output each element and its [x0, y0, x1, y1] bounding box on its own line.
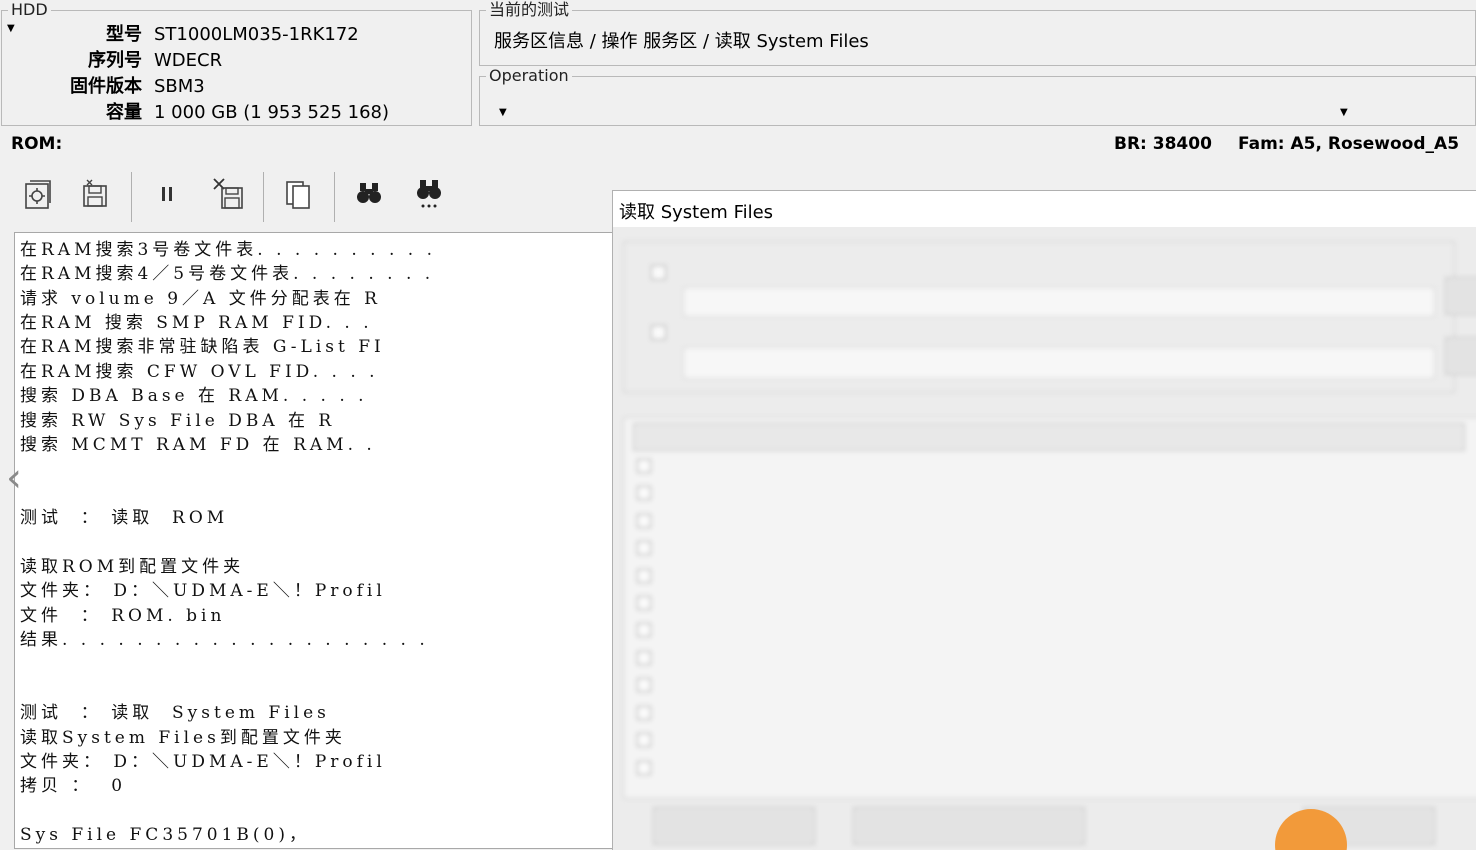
current-test-legend: 当前的测试	[486, 1, 573, 19]
dialog-titlebar[interactable]: 读取 System Files	[613, 191, 1476, 227]
serial-row: 序列号 WDECR	[2, 48, 473, 74]
pause-icon[interactable]	[145, 174, 189, 214]
rom-label: ROM:	[11, 134, 63, 154]
table-row[interactable]	[635, 590, 1455, 617]
table-row[interactable]	[635, 480, 1455, 507]
dialog-path-field[interactable]	[683, 347, 1435, 379]
table-row[interactable]	[635, 672, 1455, 699]
baud-rate: BR: 38400	[1114, 134, 1212, 154]
table-row[interactable]	[635, 535, 1455, 562]
log-line: 在RAM搜索 CFW OVL FID. . . .	[20, 362, 379, 382]
dialog-browse-button[interactable]	[1445, 337, 1476, 375]
log-line: 拷贝 ： 0	[20, 776, 127, 796]
toolbar-separator	[334, 172, 335, 222]
model-label: 型号	[106, 24, 142, 45]
log-line: Sys File FC35701B(0)，	[20, 825, 310, 845]
table-row[interactable]	[635, 700, 1455, 727]
dialog-blurred-content	[613, 227, 1476, 850]
log-line: 在RAM搜索3号卷文件表. . . . . . . . . .	[20, 240, 436, 260]
toolbar-separator	[263, 172, 264, 222]
log-line: 搜索 MCMT RAM FD 在 RAM. .	[20, 435, 376, 455]
copy-icon[interactable]	[276, 174, 320, 214]
firmware-row: 固件版本 SBM3	[2, 74, 473, 100]
operation-panel: Operation ▼ ▼	[479, 67, 1476, 126]
dialog-default-button[interactable]	[853, 807, 1085, 845]
drive-family: Fam: A5, Rosewood_A5	[1238, 134, 1460, 154]
log-output[interactable]: 在RAM搜索3号卷文件表. . . . . . . . . . 在RAM搜索4／…	[14, 232, 614, 849]
table-row[interactable]	[635, 563, 1455, 590]
serial-label: 序列号	[88, 50, 142, 71]
firmware-value: SBM3	[154, 76, 205, 97]
capacity-value: 1 000 GB (1 953 525 168)	[154, 102, 390, 123]
log-line: 请求 volume 9／A 文件分配表在 R	[20, 289, 381, 309]
chevron-left-icon[interactable]: ‹	[6, 458, 22, 498]
capacity-row: 容量 1 000 GB (1 953 525 168)	[2, 100, 473, 126]
hdd-info-panel: HDD ▼ 型号 ST1000LM035-1RK172 序列号 WDECR 固件…	[1, 1, 473, 126]
log-line: 测试 ： 读取 ROM	[20, 508, 229, 528]
serial-value: WDECR	[154, 50, 223, 71]
log-line: 测试 ： 读取 System Files	[20, 703, 330, 723]
log-line: 在RAM搜索非常驻缺陷表 G-List FI	[20, 337, 385, 357]
dialog-radio[interactable]	[651, 325, 666, 340]
start-icon[interactable]	[17, 174, 61, 214]
toolbar	[0, 160, 620, 230]
find-next-icon[interactable]	[407, 174, 451, 214]
table-row[interactable]	[635, 645, 1455, 672]
table-row[interactable]	[635, 508, 1455, 535]
log-line: 读取ROM到配置文件夹	[20, 557, 245, 577]
log-line: 在RAM 搜索 SMP RAM FID. . .	[20, 313, 373, 333]
hdd-legend: HDD	[8, 1, 51, 19]
log-line: 搜索 DBA Base 在 RAM. . . . .	[20, 386, 368, 406]
table-row[interactable]	[635, 453, 1455, 480]
table-header	[633, 423, 1465, 451]
dialog-browse-button[interactable]	[1445, 277, 1476, 315]
current-test-value: 服务区信息 / 操作 服务区 / 读取 System Files	[494, 31, 869, 52]
operation-legend: Operation	[486, 67, 572, 85]
dialog-select-button[interactable]	[653, 807, 815, 845]
find-icon[interactable]	[347, 174, 391, 214]
dialog-radio[interactable]	[651, 265, 666, 280]
cancel-save-icon[interactable]	[206, 174, 250, 214]
table-row[interactable]	[635, 727, 1455, 754]
firmware-label: 固件版本	[70, 76, 142, 97]
log-line: 在RAM搜索4／5号卷文件表. . . . . . . .	[20, 264, 435, 284]
operation-dropdown-left-arrow-icon[interactable]: ▼	[499, 107, 507, 118]
log-line: 文件夹： D：＼UDMA-E＼！Profil	[20, 581, 386, 601]
log-line: 结果. . . . . . . . . . . . . . . . . . . …	[20, 630, 429, 650]
model-row: 型号 ST1000LM035-1RK172	[2, 22, 473, 48]
table-row[interactable]	[635, 755, 1455, 782]
current-test-panel: 当前的测试 服务区信息 / 操作 服务区 / 读取 System Files	[479, 1, 1476, 66]
operation-dropdown-right-arrow-icon[interactable]: ▼	[1340, 107, 1348, 118]
log-line: 搜索 RW Sys File DBA 在 R	[20, 411, 336, 431]
model-value: ST1000LM035-1RK172	[154, 24, 359, 45]
toolbar-separator	[131, 172, 132, 222]
read-system-files-dialog: 读取 System Files	[612, 190, 1476, 850]
save-icon[interactable]	[73, 174, 117, 214]
log-line: 读取System Files到配置文件夹	[20, 728, 346, 748]
log-line: 文件 ： ROM. bin	[20, 606, 226, 626]
dialog-title: 读取 System Files	[619, 202, 774, 223]
log-fade-overlay	[415, 233, 613, 848]
table-row[interactable]	[635, 617, 1455, 644]
status-bar: ROM: BR: 38400 Fam: A5, Rosewood_A5	[0, 130, 1476, 158]
log-line: 文件夹： D：＼UDMA-E＼！Profil	[20, 752, 386, 772]
capacity-label: 容量	[106, 102, 142, 123]
dialog-path-field[interactable]	[683, 287, 1435, 317]
